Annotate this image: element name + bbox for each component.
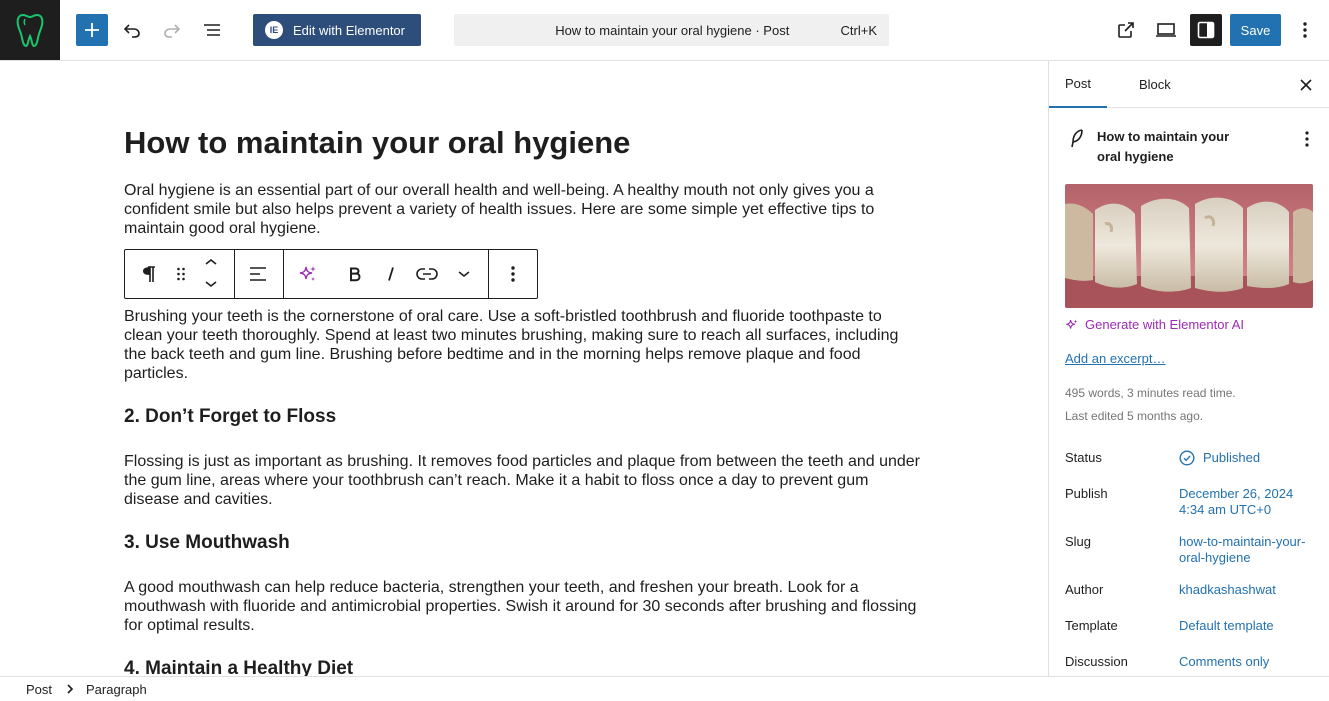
external-link-icon	[1118, 22, 1134, 38]
align-button[interactable]	[245, 250, 271, 298]
sidebar-toggle-icon	[1197, 21, 1215, 39]
align-icon	[250, 267, 266, 281]
block-toolbar	[124, 249, 538, 299]
redo-button[interactable]	[156, 14, 188, 46]
tab-block[interactable]: Block	[1123, 61, 1187, 108]
move-up-icon	[205, 258, 217, 265]
post-summary-title: How to maintain your oral hygiene	[1097, 129, 1230, 164]
view-post-button[interactable]	[1110, 14, 1142, 46]
discussion-button[interactable]: Comments only	[1179, 654, 1319, 670]
feather-icon	[1071, 129, 1083, 148]
command-palette-button[interactable]: How to maintain your oral hygiene · Post…	[454, 14, 889, 46]
more-vertical-icon	[511, 266, 515, 282]
paragraph-floss[interactable]: Flossing is just as important as brushin…	[124, 452, 924, 509]
document-overview-button[interactable]	[196, 14, 228, 46]
bold-button[interactable]	[343, 250, 367, 298]
list-view-icon	[204, 24, 220, 36]
chevron-right-icon	[66, 683, 74, 695]
heading-floss[interactable]: 2. Don’t Forget to Floss	[124, 406, 336, 428]
document-title: How to maintain your oral hygiene · Post	[555, 22, 790, 38]
paragraph-icon	[143, 266, 155, 282]
template-label: Template	[1065, 618, 1118, 633]
move-down-button[interactable]	[199, 272, 223, 296]
more-formats-button[interactable]	[452, 250, 476, 298]
undo-button[interactable]	[116, 14, 148, 46]
featured-image[interactable]	[1065, 184, 1313, 308]
desktop-preview-icon	[1156, 23, 1176, 37]
move-down-icon	[205, 281, 217, 288]
editor-header: IE Edit with Elementor How to maintain y…	[0, 0, 1329, 61]
move-up-button[interactable]	[199, 250, 223, 274]
italic-icon	[388, 267, 394, 281]
tooth-logo-icon	[16, 13, 44, 48]
status-label: Status	[1065, 450, 1102, 465]
site-logo-button[interactable]	[0, 0, 60, 60]
options-button[interactable]	[1289, 14, 1321, 46]
tab-post[interactable]: Post	[1049, 61, 1108, 108]
close-icon	[1300, 79, 1312, 91]
bold-icon	[350, 267, 361, 281]
heading-diet[interactable]: 4. Maintain a Healthy Diet	[124, 658, 353, 676]
ai-sparkle-icon	[299, 266, 316, 281]
redo-icon	[164, 24, 181, 38]
publish-date-button[interactable]: December 26, 2024 4:34 am UTC+0	[1179, 486, 1319, 518]
elementor-icon: IE	[265, 21, 283, 39]
breadcrumb-post[interactable]: Post	[26, 682, 52, 697]
more-vertical-icon	[1303, 22, 1307, 38]
edit-with-elementor-button[interactable]: IE Edit with Elementor	[253, 14, 421, 46]
paragraph-brushing[interactable]: Brushing your teeth is the cornerstone o…	[124, 307, 924, 383]
settings-sidebar-toggle[interactable]	[1190, 14, 1222, 46]
status-value: Published	[1203, 450, 1261, 465]
preview-button[interactable]	[1150, 14, 1182, 46]
slug-button[interactable]: how-to-maintain-your-oral-hygiene	[1179, 534, 1319, 566]
toolbar-separator	[234, 250, 235, 298]
save-button[interactable]: Save	[1230, 14, 1281, 46]
close-sidebar-button[interactable]	[1294, 73, 1318, 97]
ai-sparkle-icon	[1066, 318, 1078, 329]
generate-ai-button[interactable]: Generate with Elementor AI	[1065, 317, 1244, 332]
paragraph-mouthwash[interactable]: A good mouthwash can help reduce bacteri…	[124, 578, 924, 635]
post-title[interactable]: How to maintain your oral hygiene	[124, 125, 630, 161]
publish-label: Publish	[1065, 486, 1108, 501]
paragraph-intro[interactable]: Oral hygiene is an essential part of our…	[124, 181, 924, 238]
settings-sidebar: Post Block How to maintain your oral hyg…	[1048, 61, 1329, 676]
status-button[interactable]: Published	[1179, 450, 1319, 466]
post-actions-button[interactable]	[1295, 127, 1319, 151]
link-icon	[416, 268, 438, 280]
check-circle-icon	[1179, 450, 1195, 466]
slug-label: Slug	[1065, 534, 1092, 549]
chevron-down-icon	[458, 271, 470, 278]
template-button[interactable]: Default template	[1179, 618, 1319, 634]
command-shortcut: Ctrl+K	[840, 22, 877, 38]
word-count: 495 words, 3 minutes read time.	[1065, 386, 1236, 400]
link-button[interactable]	[414, 250, 440, 298]
block-breadcrumb: Post Paragraph	[0, 676, 1329, 701]
teeth-photo	[1065, 184, 1313, 308]
last-edited: Last edited 5 months ago.	[1065, 409, 1204, 423]
generate-ai-label: Generate with Elementor AI	[1085, 317, 1244, 332]
breadcrumb-paragraph[interactable]: Paragraph	[86, 682, 147, 697]
toolbar-separator	[283, 250, 284, 298]
heading-mouthwash[interactable]: 3. Use Mouthwash	[124, 532, 290, 554]
italic-button[interactable]	[379, 250, 403, 298]
plus-icon	[85, 23, 99, 37]
author-button[interactable]: khadkashashwat	[1179, 582, 1319, 598]
block-options-button[interactable]	[501, 250, 525, 298]
more-vertical-icon	[1305, 131, 1309, 147]
author-label: Author	[1065, 582, 1104, 597]
undo-icon	[123, 24, 140, 38]
add-excerpt-link[interactable]: Add an excerpt…	[1065, 351, 1165, 366]
drag-handle[interactable]	[169, 250, 193, 298]
elementor-ai-button[interactable]	[295, 250, 321, 298]
drag-handle-icon	[177, 267, 185, 281]
sidebar-tabs: Post Block	[1049, 61, 1329, 108]
toolbar-separator	[488, 250, 489, 298]
add-block-button[interactable]	[76, 14, 108, 46]
elementor-button-label: Edit with Elementor	[293, 22, 405, 38]
block-type-button[interactable]	[137, 250, 161, 298]
discussion-label: Discussion	[1065, 654, 1128, 669]
editor-canvas: How to maintain your oral hygiene Oral h…	[0, 61, 1048, 676]
